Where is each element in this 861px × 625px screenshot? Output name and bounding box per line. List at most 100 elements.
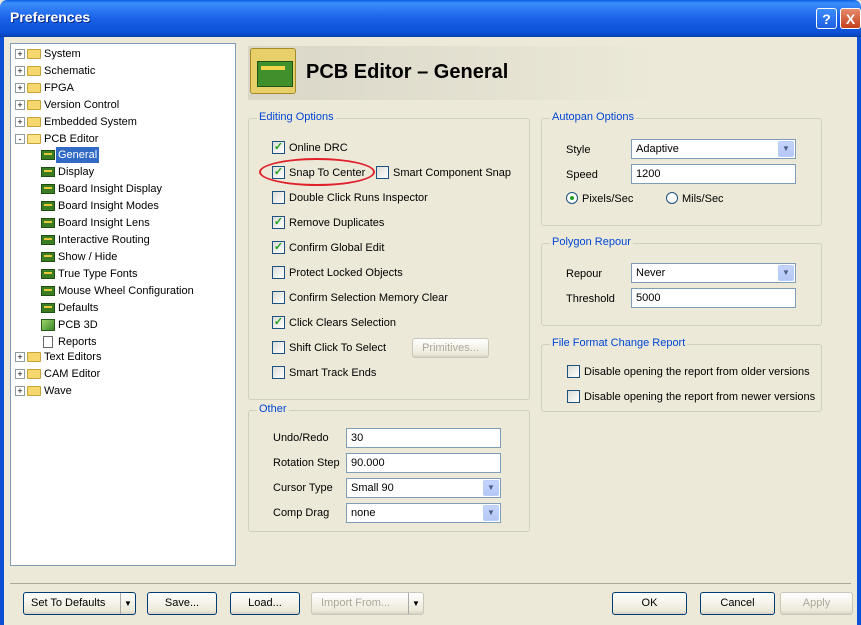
checkbox-unchecked-icon[interactable] — [272, 266, 285, 279]
set-to-defaults-button[interactable]: Set To Defaults ▼ — [23, 592, 136, 615]
save-button[interactable]: Save... — [147, 592, 217, 615]
checkbox-checked-icon[interactable]: ✓ — [272, 316, 285, 329]
apply-button[interactable]: Apply — [780, 592, 853, 615]
tree-item-label: CAM Editor — [44, 368, 101, 380]
folder-icon — [27, 49, 41, 59]
expand-icon[interactable]: + — [15, 386, 25, 396]
button-label: Set To Defaults — [31, 597, 106, 609]
cursor-type-select[interactable]: Small 90 ▼ — [346, 478, 501, 498]
tree-item-label: PCB 3D — [58, 319, 98, 331]
checkbox-checked-icon[interactable]: ✓ — [272, 141, 285, 154]
checkbox-checked-icon[interactable]: ✓ — [272, 216, 285, 229]
checkbox-checked-icon[interactable]: ✓ — [272, 241, 285, 254]
folder-icon — [27, 117, 41, 127]
checkbox-unchecked-icon[interactable] — [272, 341, 285, 354]
checkbox-label: Disable opening the report from newer ve… — [584, 391, 816, 403]
tree-item-label: Mouse Wheel Configuration — [58, 285, 194, 297]
pcb-board-icon — [250, 48, 296, 94]
expand-icon[interactable]: + — [15, 83, 25, 93]
tree-item-label: Schematic — [44, 65, 96, 77]
pcb-page-icon — [41, 235, 55, 245]
checkbox-label: Shift Click To Select — [289, 342, 387, 354]
style-label: Style — [566, 144, 591, 156]
tree-item-label: Display — [58, 166, 95, 178]
checkbox-label: Smart Component Snap — [393, 167, 512, 179]
expand-icon[interactable]: + — [15, 352, 25, 362]
folder-icon — [27, 369, 41, 379]
cancel-button[interactable]: Cancel — [700, 592, 775, 615]
checkbox-label: Confirm Global Edit — [289, 242, 385, 254]
tree-item-label: System — [44, 48, 81, 60]
comp-drag-select[interactable]: none ▼ — [346, 503, 501, 523]
pcb-page-icon — [41, 201, 55, 211]
expand-icon[interactable]: + — [15, 49, 25, 59]
rotation-step-label: Rotation Step — [273, 457, 340, 469]
folder-icon — [27, 66, 41, 76]
folder-icon — [27, 386, 41, 396]
radio-label: Mils/Sec — [682, 193, 724, 205]
chevron-down-icon[interactable]: ▼ — [778, 141, 794, 157]
checkbox-unchecked-icon[interactable] — [376, 166, 389, 179]
undo-redo-field[interactable]: 30 — [346, 428, 501, 448]
radio-unselected-icon[interactable] — [666, 192, 678, 204]
preferences-tree[interactable]: + System + Schematic + FPGA + Version Co… — [10, 43, 236, 566]
tree-item-label: Board Insight Modes — [58, 200, 159, 212]
checkbox-unchecked-icon[interactable] — [567, 365, 580, 378]
expand-icon[interactable]: + — [15, 100, 25, 110]
repour-label: Repour — [566, 268, 603, 280]
group-title: Editing Options — [257, 111, 336, 123]
repour-select[interactable]: Never ▼ — [631, 263, 796, 283]
radio-selected-icon[interactable] — [566, 192, 578, 204]
autopan-speed-field[interactable]: 1200 — [631, 164, 796, 184]
import-from-button[interactable]: Import From... ▼ — [311, 592, 424, 615]
annotation-ellipse — [259, 158, 375, 186]
chevron-down-icon[interactable]: ▼ — [483, 505, 499, 521]
open-folder-icon — [27, 134, 41, 144]
pcb-page-icon — [41, 303, 55, 313]
checkbox-unchecked-icon[interactable] — [567, 390, 580, 403]
checkbox-unchecked-icon[interactable] — [272, 291, 285, 304]
chevron-down-icon[interactable]: ▼ — [778, 265, 794, 281]
expand-icon[interactable]: + — [15, 369, 25, 379]
threshold-field[interactable]: 5000 — [631, 288, 796, 308]
radio-label: Pixels/Sec — [582, 193, 634, 205]
pcb-page-icon — [41, 269, 55, 279]
dropdown-arrow-icon[interactable]: ▼ — [120, 593, 135, 614]
expand-icon[interactable]: + — [15, 117, 25, 127]
pcb-page-icon — [41, 167, 55, 177]
checkbox-label: Smart Track Ends — [289, 367, 377, 379]
select-value: Adaptive — [636, 143, 679, 155]
page-title: PCB Editor – General — [306, 61, 509, 83]
comp-drag-label: Comp Drag — [273, 507, 330, 519]
checkbox-unchecked-icon[interactable] — [272, 191, 285, 204]
tree-item-label: Embedded System — [44, 116, 137, 128]
checkbox-unchecked-icon[interactable] — [272, 366, 285, 379]
folder-icon — [27, 100, 41, 110]
group-title: Other — [257, 403, 289, 415]
chevron-down-icon[interactable]: ▼ — [483, 480, 499, 496]
autopan-style-select[interactable]: Adaptive ▼ — [631, 139, 796, 159]
expand-icon[interactable]: + — [15, 66, 25, 76]
select-value: Small 90 — [351, 482, 394, 494]
folder-icon — [27, 352, 41, 362]
primitives-button[interactable]: Primitives... — [412, 338, 489, 358]
folder-icon — [27, 83, 41, 93]
checkbox-label: Protect Locked Objects — [289, 267, 403, 279]
group-title: Autopan Options — [550, 111, 636, 123]
polygon-repour-group: Polygon Repour Repour Never ▼ Threshold … — [541, 236, 822, 326]
help-button[interactable]: ? — [816, 8, 837, 29]
speed-label: Speed — [566, 169, 598, 181]
ok-button[interactable]: OK — [612, 592, 687, 615]
checkbox-label: Double Click Runs Inspector — [289, 192, 428, 204]
rotation-step-field[interactable]: 90.000 — [346, 453, 501, 473]
autopan-options-group: Autopan Options Style Adaptive ▼ Speed 1… — [541, 111, 822, 226]
close-button[interactable]: X — [840, 8, 861, 29]
pcb-page-icon — [41, 252, 55, 262]
tree-item-label: Text Editors — [44, 351, 102, 363]
collapse-icon[interactable]: - — [15, 134, 25, 144]
dropdown-arrow-icon[interactable]: ▼ — [408, 593, 423, 614]
tree-item-label: FPGA — [44, 82, 74, 94]
pcb-page-icon — [41, 218, 55, 228]
pcb-3d-icon — [41, 319, 55, 331]
load-button[interactable]: Load... — [230, 592, 300, 615]
